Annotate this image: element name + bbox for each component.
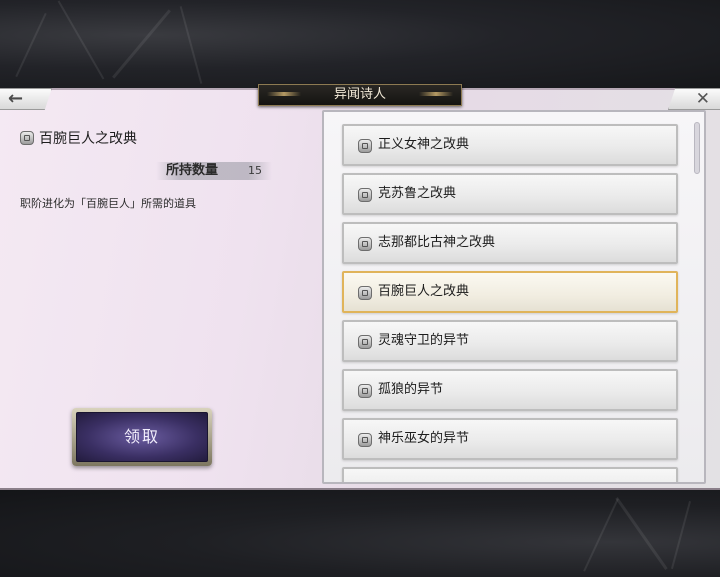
list-item[interactable]: 志那都比古神之改典 xyxy=(342,222,678,264)
list-scrollbar[interactable] xyxy=(694,122,700,174)
item-description: 职阶进化为「百腕巨人」所需的道具 xyxy=(20,197,196,210)
item-detail-title: 百腕巨人之改典 xyxy=(20,128,137,148)
close-button[interactable]: ✕ xyxy=(668,88,720,110)
list-item-selected[interactable]: 百腕巨人之改典 xyxy=(342,271,678,313)
back-button[interactable]: ← xyxy=(0,88,52,110)
list-item-label: 灵魂守卫的异节 xyxy=(378,333,470,348)
background-bottom xyxy=(0,490,720,577)
list-item[interactable]: 孤狼的异节 xyxy=(342,369,678,411)
list-item-partial[interactable] xyxy=(342,467,678,482)
claim-button[interactable]: 领取 xyxy=(72,408,212,466)
background-top xyxy=(0,0,720,88)
item-book-icon xyxy=(358,335,372,349)
list-item[interactable]: 克苏鲁之改典 xyxy=(342,173,678,215)
item-book-icon xyxy=(358,188,372,202)
list-item[interactable]: 灵魂守卫的异节 xyxy=(342,320,678,362)
item-list[interactable]: 正义女神之改典 克苏鲁之改典 志那都比古神之改典 百腕巨人之改典 灵魂守卫的异节… xyxy=(322,110,706,484)
item-book-icon xyxy=(358,139,372,153)
list-item[interactable]: 神乐巫女的异节 xyxy=(342,418,678,460)
list-item-label: 百腕巨人之改典 xyxy=(378,284,470,299)
arrow-left-icon: ← xyxy=(8,88,24,109)
item-book-icon xyxy=(358,237,372,251)
quantity-value: 15 xyxy=(248,164,262,177)
close-icon: ✕ xyxy=(695,89,710,109)
list-item-label: 克苏鲁之改典 xyxy=(378,186,457,201)
item-book-icon xyxy=(358,286,372,300)
list-item[interactable]: 正义女神之改典 xyxy=(342,124,678,166)
item-book-icon xyxy=(20,131,34,145)
item-book-icon xyxy=(358,433,372,447)
page-title: 异闻诗人 xyxy=(258,84,462,106)
list-item-label: 神乐巫女的异节 xyxy=(378,431,470,446)
list-item-label: 正义女神之改典 xyxy=(378,137,470,152)
quantity-label: 所持数量 xyxy=(166,163,219,178)
list-item-label: 孤狼的异节 xyxy=(378,382,444,397)
quantity-bar: 所持数量 15 xyxy=(156,162,272,180)
list-item-label: 志那都比古神之改典 xyxy=(378,235,496,250)
claim-button-label: 领取 xyxy=(76,412,208,462)
item-book-icon xyxy=(358,384,372,398)
item-detail-name: 百腕巨人之改典 xyxy=(39,131,137,147)
